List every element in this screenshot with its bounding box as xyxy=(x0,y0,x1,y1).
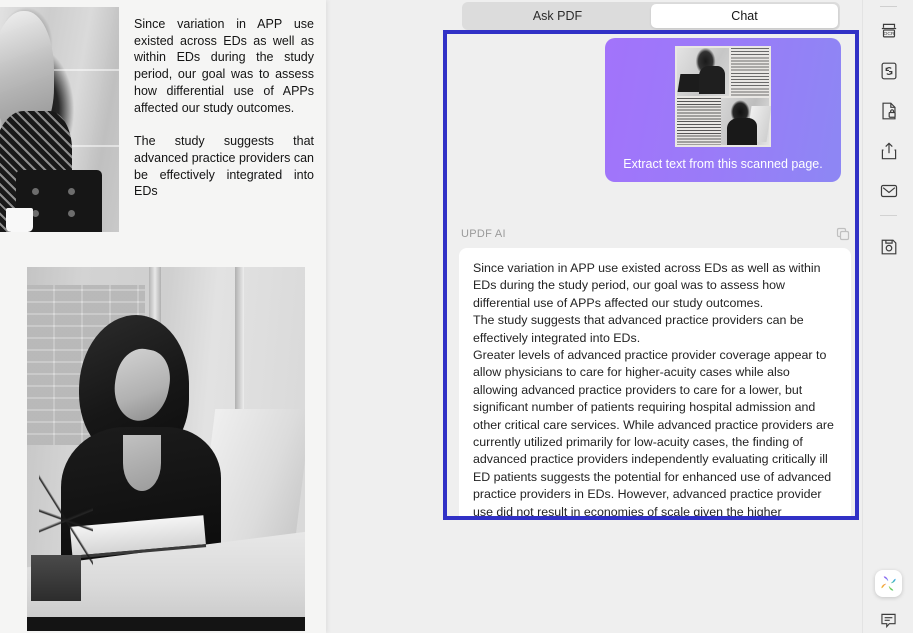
scanned-pdf-page[interactable]: Since variation in APP use existed acros… xyxy=(0,0,326,633)
rail-divider-mid xyxy=(880,215,897,216)
tab-ask-pdf[interactable]: Ask PDF xyxy=(464,4,651,28)
tab-chat[interactable]: Chat xyxy=(651,4,838,28)
updf-window: Since variation in APP use existed acros… xyxy=(0,0,913,633)
ai-assistant-panel: Ask PDF Chat Extract text from this scan… xyxy=(440,0,913,633)
convert-refresh-icon[interactable] xyxy=(876,58,901,83)
thumb-photo-bottom-right xyxy=(721,98,771,145)
assistant-paragraph-1: Since variation in APP use existed acros… xyxy=(473,261,821,310)
share-upload-icon[interactable] xyxy=(876,138,901,163)
page-paragraph-2: The study suggests that advanced practic… xyxy=(134,134,314,199)
page-photo-top xyxy=(0,7,119,232)
tool-rail: OCR xyxy=(862,0,913,633)
page-paragraph-1: Since variation in APP use existed acros… xyxy=(134,17,314,115)
email-icon[interactable] xyxy=(876,178,901,203)
assistant-answer-card: Since variation in APP use existed acros… xyxy=(459,248,851,519)
ai-flower-icon[interactable] xyxy=(875,570,902,597)
assistant-name-label: UPDF AI xyxy=(461,228,506,240)
ocr-icon[interactable]: OCR xyxy=(876,18,901,43)
ai-tab-bar: Ask PDF Chat xyxy=(462,2,840,30)
assistant-paragraph-2: The study suggests that advanced practic… xyxy=(473,313,804,345)
comment-bubble-icon[interactable] xyxy=(876,608,901,633)
copy-icon[interactable] xyxy=(835,226,851,242)
user-message-bubble: Extract text from this scanned page. xyxy=(605,38,841,182)
page-photo-bottom xyxy=(27,267,305,631)
rail-divider xyxy=(880,6,897,7)
thumb-text-top-right xyxy=(731,48,769,96)
document-lock-icon[interactable] xyxy=(876,98,901,123)
save-disk-icon[interactable] xyxy=(876,234,901,259)
assistant-paragraph-3: Greater levels of advanced practice prov… xyxy=(473,348,834,519)
document-viewer[interactable]: Since variation in APP use existed acros… xyxy=(0,0,440,633)
page-top-block: Since variation in APP use existed acros… xyxy=(0,0,326,238)
svg-text:OCR: OCR xyxy=(883,31,894,37)
chat-transcript[interactable]: Extract text from this scanned page. UPD… xyxy=(443,30,859,520)
thumb-text-bottom-left xyxy=(677,98,721,145)
page-text-column: Since variation in APP use existed acros… xyxy=(134,16,314,200)
user-message-text: Extract text from this scanned page. xyxy=(623,157,823,171)
assistant-header: UPDF AI xyxy=(461,224,851,244)
thumb-photo-top-left xyxy=(677,48,729,96)
photo-mug xyxy=(6,208,33,232)
attachment-thumbnail[interactable] xyxy=(675,46,771,147)
